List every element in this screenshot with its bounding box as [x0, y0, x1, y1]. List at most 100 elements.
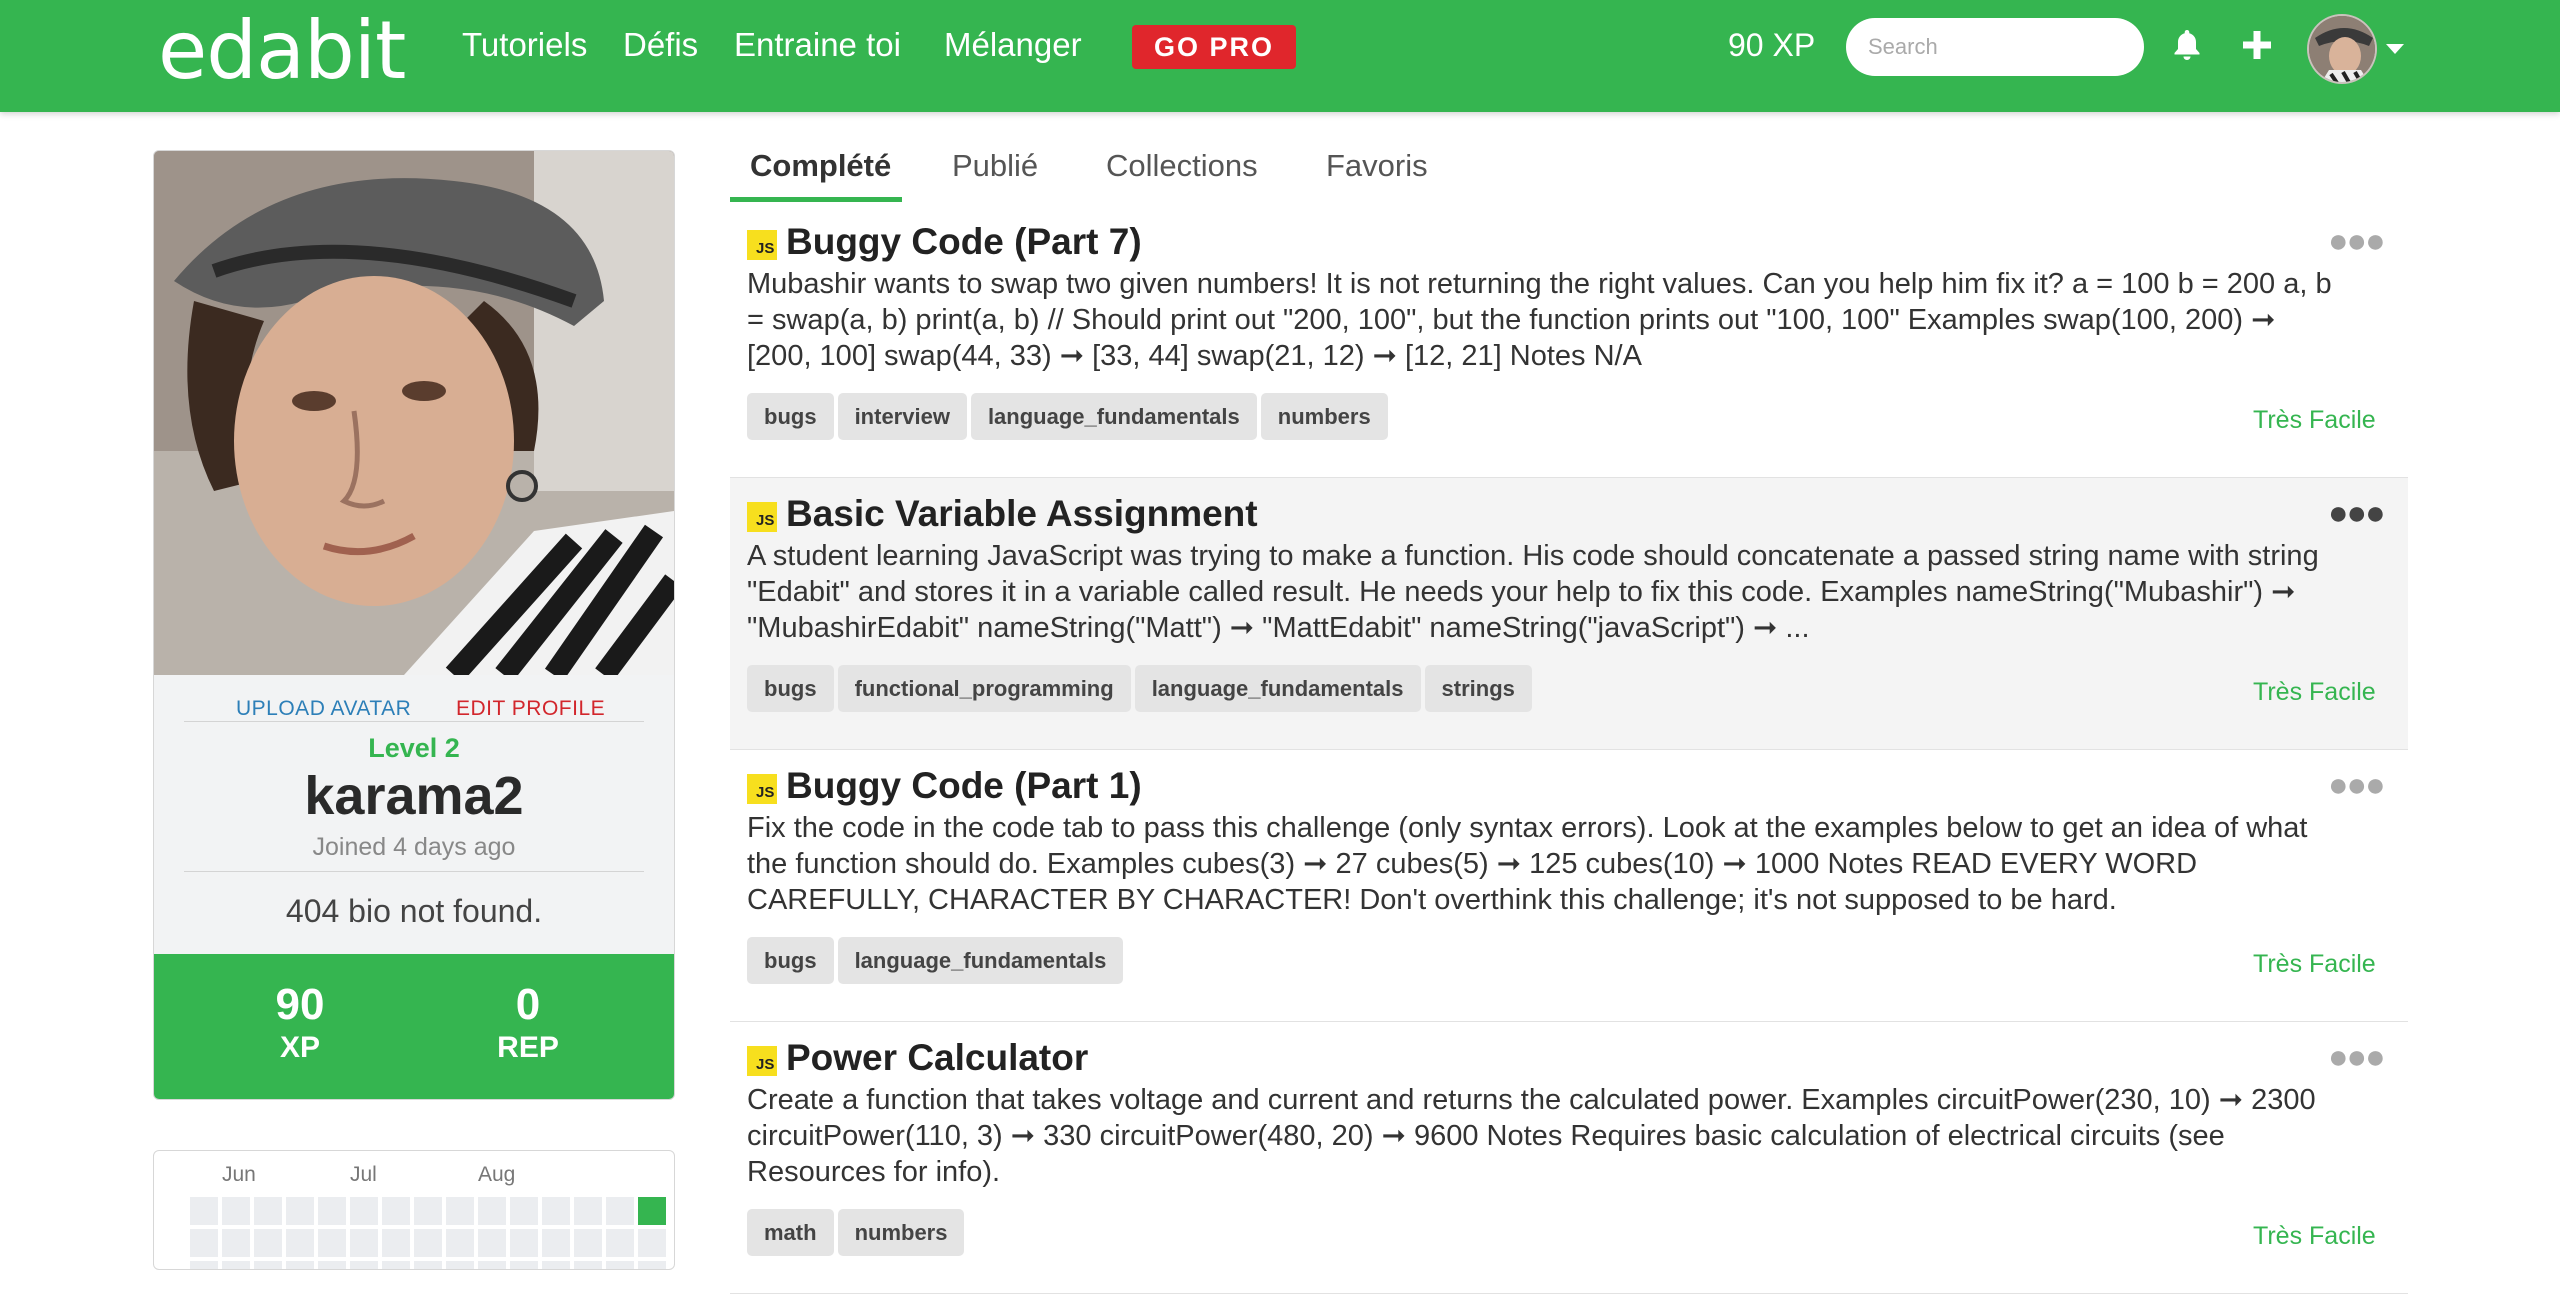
challenge-item[interactable]: JS Basic Variable Assignment ●●● A stude… — [730, 478, 2408, 750]
month-label: Aug — [478, 1163, 516, 1186]
activity-cell — [574, 1261, 602, 1269]
challenge-title[interactable]: Buggy Code (Part 1) — [786, 765, 1142, 807]
challenge-description: Fix the code in the code tab to pass thi… — [747, 812, 2308, 916]
activity-cell — [382, 1229, 410, 1257]
avatar[interactable] — [2307, 14, 2377, 84]
bell-icon[interactable] — [2173, 28, 2201, 67]
activity-cell — [350, 1261, 378, 1269]
activity-cell — [446, 1229, 474, 1257]
tag[interactable]: strings — [1424, 665, 1532, 712]
challenge-title[interactable]: Buggy Code (Part 7) — [786, 221, 1142, 263]
tag[interactable]: math — [747, 1209, 834, 1256]
activity-cell — [478, 1229, 506, 1257]
challenge-title[interactable]: Basic Variable Assignment — [786, 493, 1258, 535]
tag[interactable]: language_fundamentals — [837, 937, 1124, 984]
activity-cell — [350, 1229, 378, 1257]
activity-cell — [222, 1261, 250, 1269]
tag[interactable]: interview — [837, 393, 967, 440]
js-language-icon: JS — [747, 1046, 777, 1076]
stat-rep-value: 0 — [515, 980, 541, 1029]
tag[interactable]: functional_programming — [837, 665, 1131, 712]
tag[interactable]: numbers — [837, 1209, 965, 1256]
tab-publie[interactable]: Publié — [952, 148, 1038, 184]
js-language-icon: JS — [747, 774, 777, 804]
stat-xp: 90 XP — [200, 980, 400, 1066]
activity-cell — [350, 1197, 378, 1225]
nav-link-tutoriels[interactable]: Tutoriels — [462, 26, 587, 64]
difficulty-label: Très Facile — [2253, 406, 2376, 434]
challenge-description: Mubashir wants to swap two given numbers… — [747, 268, 2332, 372]
stat-xp-label: XP — [279, 1031, 321, 1064]
plus-icon[interactable] — [2242, 30, 2272, 65]
month-label: Jul — [350, 1163, 377, 1186]
activity-cell — [542, 1229, 570, 1257]
activity-cell — [222, 1229, 250, 1257]
nav-link-melanger[interactable]: Mélanger — [944, 26, 1082, 64]
activity-cell — [414, 1261, 442, 1269]
activity-cell — [318, 1261, 346, 1269]
stats-panel: 90 XP 0 REP — [154, 954, 674, 1099]
activity-cell — [318, 1197, 346, 1225]
more-options-icon[interactable]: ●●● — [2328, 1038, 2386, 1077]
user-level: Level 2 — [368, 733, 460, 763]
divider — [184, 721, 644, 722]
challenge-item[interactable]: JS Buggy Code (Part 1) ●●● Fix the code … — [730, 750, 2408, 1022]
tag[interactable]: language_fundamentals — [1134, 665, 1421, 712]
tag[interactable]: bugs — [747, 665, 834, 712]
activity-cell — [478, 1261, 506, 1269]
tag[interactable]: language_fundamentals — [970, 393, 1257, 440]
user-bio: 404 bio not found. — [285, 893, 543, 929]
activity-cell — [606, 1261, 634, 1269]
activity-cell — [606, 1229, 634, 1257]
tab-favoris[interactable]: Favoris — [1326, 148, 1428, 184]
more-options-icon[interactable]: ●●● — [2328, 766, 2386, 805]
more-options-icon[interactable]: ●●● — [2328, 494, 2386, 533]
nav-link-entraine-toi[interactable]: Entraine toi — [734, 26, 901, 64]
activity-cell — [574, 1229, 602, 1257]
activity-cell — [478, 1197, 506, 1225]
tag[interactable]: bugs — [747, 393, 834, 440]
activity-cell — [414, 1229, 442, 1257]
month-label: Jun — [222, 1163, 256, 1186]
xp-counter: 90 XP — [1728, 27, 1816, 63]
difficulty-label: Très Facile — [2253, 950, 2376, 978]
activity-cell — [638, 1229, 666, 1257]
tag-list: bugs interview language_fundamentals number… — [747, 393, 1392, 440]
stat-rep-label: REP — [497, 1031, 559, 1064]
activity-cell — [382, 1261, 410, 1269]
activity-cell — [286, 1261, 314, 1269]
activity-cell — [606, 1197, 634, 1225]
activity-cell — [542, 1197, 570, 1225]
go-pro-button[interactable]: GO PRO — [1132, 25, 1296, 69]
activity-cell — [542, 1261, 570, 1269]
tab-collections[interactable]: Collections — [1106, 148, 1258, 184]
active-tab-indicator — [730, 197, 902, 202]
edit-profile-link[interactable]: EDIT PROFILE — [456, 697, 605, 721]
activity-cell — [638, 1261, 666, 1269]
challenge-item[interactable]: JS Power Calculator ●●● Create a functio… — [730, 1022, 2408, 1294]
search-input[interactable] — [1846, 18, 2144, 76]
username: karama2 — [304, 766, 524, 826]
edabit-logo[interactable]: edabit — [158, 4, 406, 97]
challenge-title[interactable]: Power Calculator — [786, 1037, 1088, 1079]
more-options-icon[interactable]: ●●● — [2328, 222, 2386, 261]
tab-complete[interactable]: Complété — [750, 148, 891, 184]
activity-cell — [254, 1229, 282, 1257]
difficulty-label: Très Facile — [2253, 678, 2376, 706]
activity-cell — [638, 1197, 666, 1225]
challenge-item[interactable]: JS Buggy Code (Part 7) ●●● Mubashir want… — [730, 206, 2408, 478]
joined-date: Joined 4 days ago — [312, 833, 516, 861]
profile-photo — [154, 151, 674, 675]
nav-link-defis[interactable]: Défis — [623, 26, 698, 64]
caret-down-icon[interactable] — [2386, 44, 2404, 54]
activity-cell — [574, 1197, 602, 1225]
upload-avatar-link[interactable]: UPLOAD AVATAR — [236, 697, 411, 721]
activity-cell — [190, 1229, 218, 1257]
tag[interactable]: numbers — [1260, 393, 1388, 440]
js-language-icon: JS — [747, 230, 777, 260]
challenge-description: A student learning JavaScript was trying… — [747, 540, 2319, 644]
activity-cell — [254, 1197, 282, 1225]
tag[interactable]: bugs — [747, 937, 834, 984]
activity-cell — [286, 1197, 314, 1225]
stat-rep: 0 REP — [428, 980, 628, 1066]
